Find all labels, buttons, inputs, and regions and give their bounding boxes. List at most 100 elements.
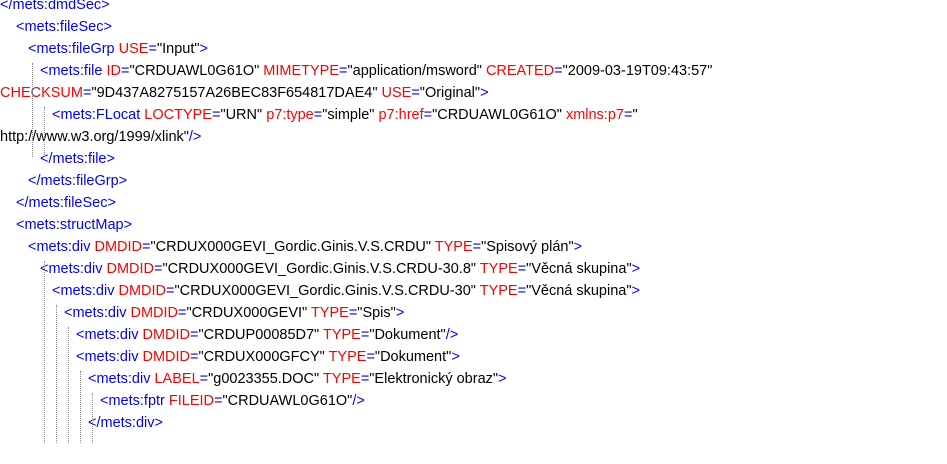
xml-tag-text: </mets:fileGrp> (28, 173, 128, 189)
xml-tag-text: = (517, 261, 527, 277)
xml-attr-value: "application/msword" (347, 63, 486, 79)
xml-tag-text: <mets:structMap> (16, 217, 133, 233)
xml-tag-text: > (631, 261, 641, 277)
xml-tag-text: <mets:fileGrp (28, 41, 119, 57)
xml-attr-name: DMDID (130, 305, 179, 321)
xml-tag-text: = (360, 371, 370, 387)
xml-line: <mets:div DMDID = "CRDUX000GEVI_Gordic.Gin… (40, 258, 640, 280)
xml-attr-name: TYPE (479, 261, 518, 277)
xml-attr-name: ID (106, 63, 121, 79)
xml-attr-value: "CRDUAWL0G61O" (129, 63, 264, 79)
xml-attr-name: MIMETYPE (263, 63, 340, 79)
xml-attr-value: "Spis" (357, 305, 396, 321)
xml-tag-text: = (472, 239, 482, 255)
tree-guide-line (68, 327, 69, 443)
xml-tag-text: <mets:div (76, 327, 143, 343)
xml-line: </mets:div> (88, 412, 163, 434)
xml-attr-name: USE (118, 41, 149, 57)
xml-tag-text: /> (445, 327, 459, 343)
xml-tag-text: > (498, 371, 507, 387)
xml-attr-value: "CRDUX000GFCY" (198, 349, 329, 365)
xml-attr-name: xmlns:p7 (565, 107, 624, 123)
xml-tag-text: /> (352, 393, 365, 409)
xml-tag-text: <mets:div (52, 283, 119, 299)
xml-attr-name: TYPE (434, 239, 473, 255)
xml-line: </mets:dmdSec> (0, 0, 110, 16)
xml-attr-value: "URN" (220, 107, 267, 123)
xml-line: http://www.w3.org/1999/xlink"/> (0, 126, 201, 148)
xml-line: <mets:structMap> (16, 214, 132, 236)
xml-attr-name: LOCTYPE (144, 107, 212, 123)
xml-tag-text: = (366, 349, 375, 365)
xml-attr-value: "Dokument" (374, 349, 452, 365)
tree-guide-line (92, 393, 93, 443)
xml-tag-text: <mets:div (88, 371, 155, 387)
xml-tag-text: > (199, 41, 208, 57)
xml-attr-value: "Elektronický obraz" (369, 371, 499, 387)
xml-tag-text: = (214, 393, 223, 409)
xml-line: <mets:FLocat LOCTYPE="URN" p7:type="simp… (52, 104, 638, 126)
tree-guide-line (56, 305, 57, 443)
tree-guide-line (32, 63, 33, 157)
xml-tree-viewer: </mets:dmdSec> <mets:fileSec> <mets:fileGr… (0, 0, 947, 464)
xml-tag-text: <mets:div (76, 349, 143, 365)
tree-guide-line (80, 371, 81, 443)
xml-attr-name: DMDID (106, 261, 155, 277)
xml-line: <mets:div LABEL="g0023355.DOC" TYPE="Ele… (88, 368, 507, 390)
xml-attr-name: DMDID (118, 283, 167, 299)
xml-line: <mets:div DMDID = "CRDUX000GEVI_Gordic.Gin… (52, 280, 640, 302)
xml-tag-text: = (411, 85, 420, 101)
xml-attr-name: USE (381, 85, 412, 101)
xml-attr-name: TYPE (322, 327, 361, 343)
xml-attr-value: "CRDUX000GEVI_Gordic.Ginis.V.S.CRDU-30.8… (162, 261, 480, 277)
xml-attr-name: CREATED (485, 63, 555, 79)
xml-attr-name: TYPE (328, 349, 367, 365)
xml-tag-text: > (480, 85, 489, 101)
xml-line: CHECKSUM = "9D437A8275157A26BEC83F654817DA… (0, 82, 489, 104)
xml-tag-text: > (573, 239, 583, 255)
xml-line: <mets:fileGrp USE="Input"> (28, 38, 208, 60)
xml-tag-text: > (451, 349, 460, 365)
xml-attr-value: "CRDUX000GEVI_Gordic.Ginis.V.S.CRDU" (150, 239, 435, 255)
xml-attr-value: "simple" (322, 107, 379, 123)
xml-attr-name: DMDID (142, 327, 191, 343)
xml-line: <mets:div DMDID="CRDUX000GFCY" TYPE="Dok… (76, 346, 460, 368)
xml-tag-text: = (199, 371, 209, 387)
xml-attr-name: DMDID (94, 239, 143, 255)
xml-attr-value: "Original" (419, 85, 481, 101)
xml-attr-value: "CRDUAWL0G61O" (222, 393, 353, 409)
xml-attr-value: "Spisový plán" (481, 239, 574, 255)
xml-tag-text: > (631, 283, 640, 299)
xml-attr-value: "Input" (156, 41, 200, 57)
xml-attr-value: "9D437A8275157A26BEC83F654817DAE4" (91, 85, 382, 101)
tree-guide-line (44, 261, 45, 443)
xml-tag-text: </mets:dmdSec> (0, 0, 110, 13)
xml-attr-value: http://www.w3.org/1999/xlink" (0, 129, 189, 145)
xml-attr-name: TYPE (479, 283, 518, 299)
xml-tag-text: </mets:file> (40, 151, 115, 167)
xml-attr-name: TYPE (310, 305, 349, 321)
xml-attr-value: "Věcná skupina" (526, 283, 632, 299)
xml-tag-text: = (339, 63, 348, 79)
xml-line: <mets:fileSec> (16, 16, 112, 38)
xml-attr-value: "g0023355.DOC" (208, 371, 323, 387)
xml-attr-value: " (632, 107, 638, 123)
xml-attr-value: "CRDUP00085D7" (198, 327, 323, 343)
xml-tag-text: </mets:fileSec> (16, 195, 116, 211)
xml-tag-text: <mets:div (28, 239, 95, 255)
xml-line: <mets:div DMDID = "CRDUX000GEVI_Gordic.Gin… (28, 236, 582, 258)
xml-tag-text: = (148, 41, 157, 57)
xml-attr-name: TYPE (322, 371, 361, 387)
xml-attr-name: p7:href (378, 107, 424, 123)
xml-tag-text: <mets:div (64, 305, 131, 321)
xml-attr-value: "2009-03-19T09:43:57" (562, 63, 713, 79)
xml-tag-text: = (423, 107, 433, 123)
xml-tag-text: > (395, 305, 405, 321)
xml-tag-text: <mets:fileSec> (16, 19, 112, 35)
xml-attr-value: "Dokument" (369, 327, 446, 343)
xml-attr-name: CHECKSUM (0, 85, 83, 101)
xml-attr-value: "CRDUX000GEVI_Gordic.Ginis.V.S.CRDU-30" (174, 283, 480, 299)
xml-tag-text: <mets:file (40, 63, 107, 79)
xml-line: </mets:fileGrp> (28, 170, 127, 192)
xml-line: <mets:div DMDID="CRDUX000GEVI" TYPE="Spi… (64, 302, 404, 324)
